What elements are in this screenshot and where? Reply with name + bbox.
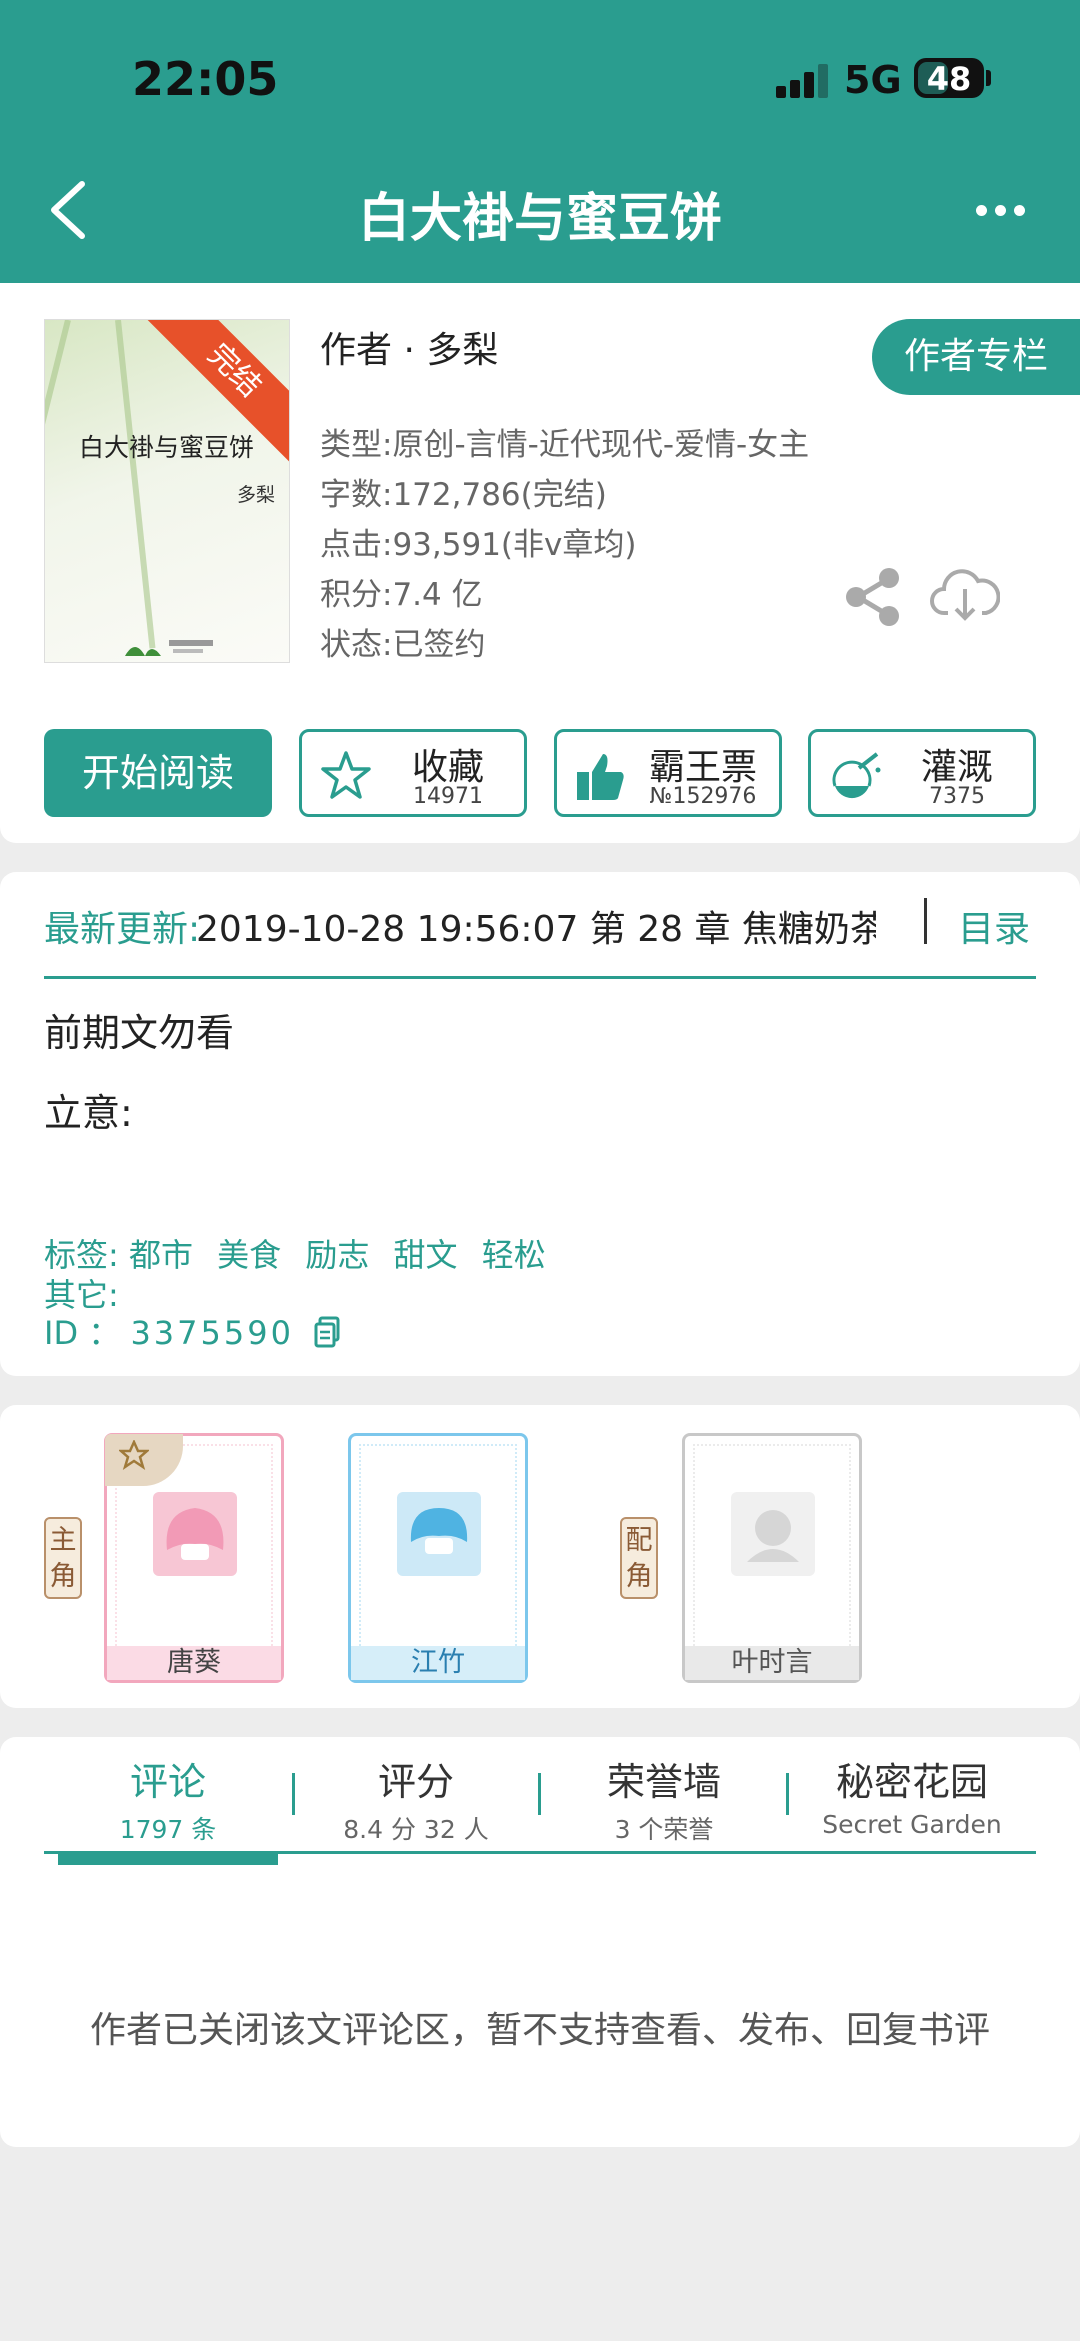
cover-title: 白大褂与蜜豆饼 — [79, 433, 255, 462]
latest-update-text[interactable]: 2019-10-28 19:56:07 第 28 章 焦糖奶茶 — [196, 900, 876, 952]
battery-level: 48 — [926, 60, 972, 98]
collect-button[interactable]: 收藏 14971 — [299, 729, 527, 817]
main-role-tag: 主角 — [44, 1517, 82, 1599]
character-name: 叶时言 — [685, 1646, 859, 1680]
tag-item[interactable]: 都市 — [129, 1236, 193, 1274]
intro-line-2: 立意: — [44, 1091, 133, 1135]
page-title: 白大褂与蜜豆饼 — [357, 189, 722, 249]
update-card: 最新更新: 2019-10-28 19:56:07 第 28 章 焦糖奶茶 目录… — [0, 872, 1080, 1376]
divider — [786, 1773, 789, 1815]
id-row: ID ： 3375590 — [44, 1308, 340, 1354]
book-info-card: 白大褂与蜜豆饼 多梨 完结 作者 · 多梨 作者专栏 类型:原创-言情-近代现代… — [0, 283, 1080, 843]
cover-author: 多梨 — [237, 484, 276, 506]
comments-closed-message: 作者已关闭该文评论区，暂不支持查看、发布、回复书评 — [89, 2010, 990, 2051]
signal-icon — [776, 64, 832, 98]
tags-row: 标签: 都市 美食 励志 甜文 轻松 — [44, 1230, 560, 1276]
character-card[interactable]: 叶时言 — [682, 1433, 862, 1683]
collect-count: 14971 — [413, 784, 483, 809]
meta-genre: 类型:原创-言情-近代现代-爱情-女主 — [320, 427, 810, 463]
book-cover[interactable]: 白大褂与蜜豆饼 多梨 完结 — [44, 319, 290, 663]
battery-tip — [986, 70, 991, 86]
author-line[interactable]: 作者 · 多梨 — [320, 321, 498, 373]
meta-clicks: 点击:93,591(非v章均) — [320, 527, 637, 563]
water-label: 灌溉 — [920, 747, 993, 788]
star-icon — [119, 1440, 149, 1470]
intro-line-1: 前期文勿看 — [44, 1011, 235, 1055]
tab-sub: 3 个荣誉 — [614, 1815, 714, 1844]
tabs-card: 评论 1797 条 评分 8.4 分 32 人 荣誉墙 3 个荣誉 秘密花园 S… — [0, 1737, 1080, 2147]
latest-update-label: 最新更新: — [44, 909, 201, 950]
tab-comments[interactable]: 评论 1797 条 — [48, 1751, 288, 1846]
vote-label: 霸王票 — [648, 747, 757, 788]
tab-sub: 8.4 分 32 人 — [343, 1815, 489, 1844]
id-value: 3375590 — [130, 1314, 294, 1352]
author-column-button[interactable]: 作者专栏 — [872, 319, 1080, 395]
status-time: 22:05 — [132, 52, 279, 106]
network-label: 5G — [844, 58, 902, 102]
tab-label: 荣誉墙 — [606, 1760, 721, 1804]
water-count: 7375 — [929, 784, 985, 809]
vote-count: №152976 — [649, 784, 757, 809]
divider — [538, 1773, 541, 1815]
avatar-icon — [397, 1492, 481, 1576]
tab-sub: 1797 条 — [119, 1815, 217, 1844]
update-underline — [44, 976, 1036, 979]
avatar-icon — [153, 1492, 237, 1576]
tag-item[interactable]: 励志 — [305, 1236, 369, 1274]
character-card[interactable]: 江竹 — [348, 1433, 528, 1683]
tag-item[interactable]: 轻松 — [482, 1236, 546, 1274]
tab-label: 评分 — [377, 1760, 454, 1804]
active-tab-indicator — [58, 1851, 278, 1865]
meta-points: 积分:7.4 亿 — [320, 577, 483, 613]
back-button[interactable] — [40, 170, 100, 250]
meta-status: 状态:已签约 — [320, 627, 486, 663]
tab-secret-garden[interactable]: 秘密花园 Secret Garden — [792, 1751, 1032, 1839]
collect-label: 收藏 — [411, 747, 484, 788]
id-label: ID ： — [44, 1314, 121, 1352]
character-name: 唐葵 — [107, 1646, 281, 1680]
tab-label: 秘密花园 — [835, 1760, 988, 1804]
thumbs-up-icon — [577, 754, 624, 800]
tag-item[interactable]: 美食 — [217, 1236, 281, 1274]
avatar-icon — [731, 1492, 815, 1576]
chevron-left-icon — [51, 181, 85, 239]
copy-icon[interactable] — [314, 1316, 340, 1348]
characters-card: 主角 唐葵 江竹 配角 叶时言 — [0, 1405, 1080, 1708]
battery-icon: 48 — [914, 58, 984, 98]
start-reading-button[interactable]: 开始阅读 — [44, 729, 272, 817]
tab-rating[interactable]: 评分 8.4 分 32 人 — [296, 1751, 536, 1846]
water-button[interactable]: 灌溉 7375 — [808, 729, 1036, 817]
vote-button[interactable]: 霸王票 №152976 — [554, 729, 782, 817]
tag-item[interactable]: 甜文 — [394, 1236, 458, 1274]
watering-flask-icon — [832, 752, 881, 799]
download-cloud-icon[interactable] — [930, 565, 1000, 623]
star-icon — [321, 751, 371, 799]
more-button[interactable] — [970, 190, 1030, 230]
character-card[interactable]: 唐葵 — [104, 1433, 284, 1683]
publisher-logo-icon — [125, 640, 213, 656]
divider — [924, 898, 927, 944]
tab-sub: Secret Garden — [822, 1810, 1002, 1839]
share-icon[interactable] — [844, 567, 902, 627]
support-role-tag: 配角 — [620, 1517, 658, 1599]
character-name: 江竹 — [351, 1646, 525, 1680]
tab-label: 评论 — [129, 1760, 206, 1804]
tags-label: 标签: — [44, 1236, 119, 1274]
divider — [292, 1773, 295, 1815]
meta-word-count: 字数:172,786(完结) — [320, 477, 607, 513]
top-bar: 22:05 5G 48 白大褂与蜜豆饼 — [0, 0, 1080, 283]
catalog-link[interactable]: 目录 — [958, 900, 1030, 952]
tab-honor-wall[interactable]: 荣誉墙 3 个荣誉 — [544, 1751, 784, 1846]
